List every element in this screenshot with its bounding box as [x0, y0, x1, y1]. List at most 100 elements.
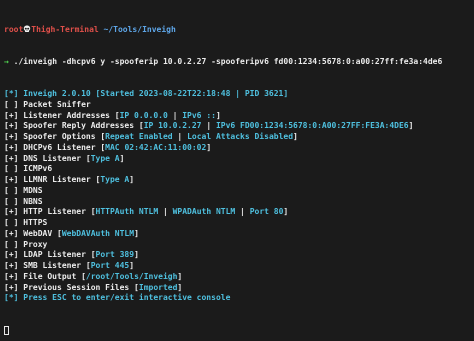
status-prefix: [ ]: [4, 196, 19, 206]
output-line: [+] DHCPv6 Listener [MAC 02:42:AC:11:00:…: [4, 143, 474, 154]
status-prefix: [+]: [4, 110, 19, 120]
output-segment: IP 0.0.0.0: [119, 110, 168, 120]
output-segment: ICMPv6: [23, 164, 53, 174]
output-segment: HTTPS: [23, 218, 48, 227]
prompt-user: root: [4, 24, 24, 34]
output-line: [+] SMB Listener [Port 445]: [4, 261, 474, 272]
status-prefix: [+]: [4, 121, 19, 131]
output-segment: Inveigh 2.0.10 [Started 2023-08-22T22:18…: [23, 89, 289, 98]
output-segment: Spoofer Reply Addresses [: [23, 121, 144, 131]
output-segment: MAC 02:42:AC:11:00:02: [105, 142, 207, 152]
output-segment: Packet Sniffer: [23, 99, 91, 109]
output-segment: ]: [408, 121, 414, 131]
terminal-window[interactable]: root Thigh-Terminal ~/Tools/Inveigh → ./i…: [0, 0, 474, 341]
output-line: [ ] ICMPv6: [4, 164, 474, 175]
output-segment: Port 445: [90, 261, 130, 270]
output-line: [+] HTTP Listener [HTTPAuth NTLM | WPADA…: [4, 207, 474, 218]
output-line: [+] Listener Addresses [IP 0.0.0.0 | IPv…: [4, 111, 474, 122]
output-line: [+] Spoofer Reply Addresses [IP 10.0.2.2…: [4, 121, 474, 132]
output-segment: ]: [119, 153, 125, 163]
status-prefix: [ ]: [4, 239, 19, 249]
output-segment: WebDAVAuth NTLM: [61, 228, 135, 238]
output-segment: Port 389: [95, 250, 135, 260]
output-segment: ]: [215, 110, 221, 120]
prompt-host: Thigh-Terminal: [31, 24, 99, 34]
output-line: [+] LDAP Listener [Port 389]: [4, 250, 474, 261]
output-segment: |: [235, 207, 250, 217]
output-line: [+] Previous Session Files [Imported]: [4, 283, 474, 294]
output-segment: ]: [129, 175, 135, 184]
output-segment: ]: [177, 271, 183, 281]
output-segment: ]: [134, 250, 139, 260]
status-prefix: [+]: [4, 153, 19, 163]
output-segment: HTTP Listener [: [23, 207, 96, 217]
output-segment: Press ESC to enter/exit interactive cons…: [23, 293, 231, 303]
output-segment: ]: [293, 132, 298, 141]
status-prefix: [ ]: [4, 99, 19, 109]
output-line: [+] LLMNR Listener [Type A]: [4, 175, 474, 186]
output-segment: ]: [177, 282, 183, 292]
output-line: [ ] Proxy: [4, 240, 474, 251]
output-segment: LLMNR Listener [: [23, 175, 101, 184]
output-line: [+] File Output [/root/Tools/Inveigh]: [4, 272, 474, 283]
status-prefix: [+]: [4, 250, 19, 260]
output-segment: IPv6 ::: [182, 110, 216, 120]
status-prefix: [+]: [4, 175, 19, 184]
output-segment: Local Attacks Disabled: [187, 132, 294, 141]
output-segment: ]: [134, 228, 139, 238]
output-segment: WebDAV [: [23, 228, 62, 238]
arrow-right-icon: →: [4, 56, 9, 66]
output-segment: Type A: [90, 153, 120, 163]
input-line[interactable]: [4, 325, 474, 337]
output-segment: DNS Listener [: [23, 153, 91, 163]
output-segment: NBNS: [23, 196, 43, 206]
output-segment: Type A: [100, 175, 130, 184]
status-prefix: [ ]: [4, 185, 19, 195]
output-line: [+] WebDAV [WebDAVAuth NTLM]: [4, 229, 474, 240]
output-segment: |: [158, 207, 173, 217]
status-prefix: [*]: [4, 293, 19, 303]
command-text: ./inveigh -dhcpv6 y -spooferip 10.0.2.27…: [13, 56, 443, 66]
status-prefix: [+]: [4, 142, 19, 152]
status-prefix: [+]: [4, 228, 19, 238]
prompt-line: root Thigh-Terminal ~/Tools/Inveigh: [4, 25, 474, 36]
status-prefix: [ ]: [4, 164, 19, 174]
output-line: [ ] NBNS: [4, 197, 474, 208]
output-line: [+] Spoofer Options [Repeat Enabled | Lo…: [4, 132, 474, 143]
output-segment: MDNS: [23, 185, 43, 195]
status-prefix: [+]: [4, 132, 19, 141]
output-segment: LDAP Listener [: [23, 250, 96, 260]
output-segment: |: [201, 121, 216, 131]
output-line: [ ] HTTPS: [4, 218, 474, 229]
prompt-path: ~/Tools/Inveigh: [103, 24, 176, 34]
output-segment: ]: [129, 261, 135, 270]
output-segment: Repeat Enabled: [105, 132, 173, 141]
output-area: [*] Inveigh 2.0.10 [Started 2023-08-22T2…: [4, 89, 474, 304]
status-prefix: [+]: [4, 282, 19, 292]
output-segment: ]: [206, 142, 212, 152]
output-segment: Previous Session Files [: [23, 282, 139, 292]
status-prefix: [+]: [4, 207, 19, 217]
output-segment: |: [172, 132, 188, 141]
output-line: [*] Press ESC to enter/exit interactive …: [4, 293, 474, 304]
output-line: [+] DNS Listener [Type A]: [4, 154, 474, 165]
status-prefix: [*]: [4, 89, 19, 98]
output-line: [*] Inveigh 2.0.10 [Started 2023-08-22T2…: [4, 89, 474, 100]
output-segment: WPADAuth NTLM: [172, 207, 236, 217]
output-line: [ ] MDNS: [4, 186, 474, 197]
status-prefix: [+]: [4, 261, 19, 270]
status-prefix: [ ]: [4, 218, 19, 227]
status-prefix: [+]: [4, 271, 19, 281]
output-line: [ ] Packet Sniffer: [4, 100, 474, 111]
output-segment: Proxy: [23, 239, 48, 249]
output-segment: ]: [283, 207, 289, 217]
output-segment: HTTPAuth NTLM: [95, 207, 159, 217]
output-segment: Spoofer Options [: [23, 132, 106, 141]
output-segment: Port 80: [249, 207, 284, 217]
output-segment: IPv6 FD00:1234:5678:0:A00:27FF:FE3A:4DE6: [215, 121, 409, 131]
output-segment: DHCPv6 Listener [: [23, 142, 106, 152]
output-segment: |: [167, 110, 183, 120]
text-cursor[interactable]: [4, 325, 9, 335]
command-line: → ./inveigh -dhcpv6 y -spooferip 10.0.2.…: [4, 57, 474, 68]
output-segment: Imported: [138, 282, 178, 292]
